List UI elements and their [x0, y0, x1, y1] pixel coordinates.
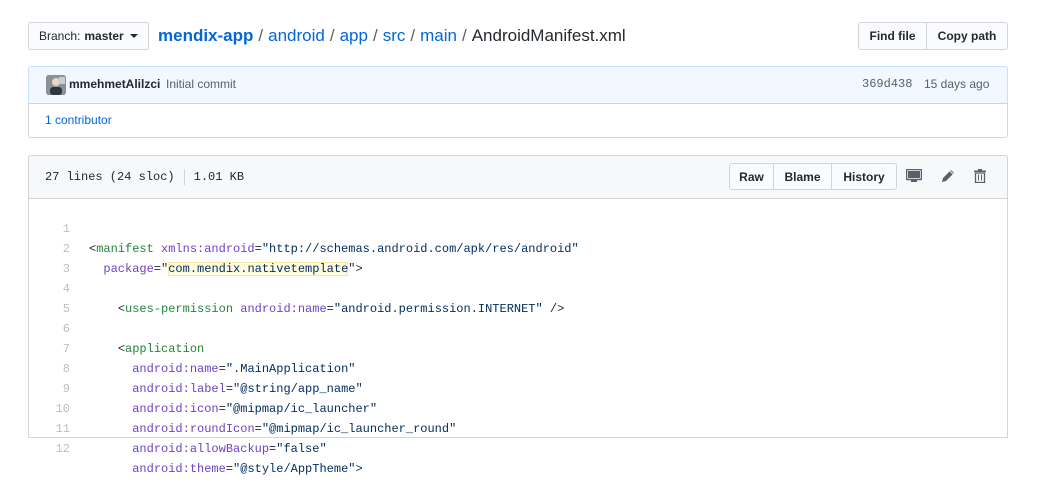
line-number[interactable]: 12	[28, 439, 70, 459]
contributors-bar	[28, 103, 1008, 138]
code-line: 6 <application	[28, 299, 1008, 356]
commit-author-link[interactable]: mmehmetAlilzci	[69, 77, 160, 91]
breadcrumb-separator: /	[329, 26, 335, 45]
breadcrumb-separator: /	[461, 26, 467, 45]
code-line: 4 <uses-permission android:name="android…	[28, 259, 1008, 316]
breadcrumb-dir-link[interactable]: main	[420, 26, 457, 45]
breadcrumb-repo-link[interactable]: mendix-app	[158, 26, 253, 45]
commit-time: 15 days ago	[924, 77, 990, 91]
code-line: 7 android:name=".MainApplication"	[28, 319, 1008, 376]
breadcrumb-separator: /	[410, 26, 416, 45]
commit-sha-link[interactable]: 369d438	[862, 77, 912, 91]
code-line: 5	[28, 279, 1008, 316]
code-line: 2 package="com.mendix.nativetemplate">	[28, 219, 1008, 276]
branch-prefix: Branch:	[39, 29, 81, 43]
code-line: 11 android:allowBackup="false"	[28, 399, 1008, 456]
breadcrumb: mendix-app / android / app / src / main / AndroidM…	[158, 25, 626, 47]
file-info-divider	[183, 169, 185, 185]
branch-selector-button[interactable]: Branch: master	[28, 22, 149, 50]
commit-message-link[interactable]: Initial commit	[166, 77, 236, 91]
code-line: 8 android:label="@string/app_name"	[28, 339, 1008, 396]
find-file-button[interactable]: Find file	[858, 22, 927, 50]
breadcrumb-separator: /	[372, 26, 378, 45]
breadcrumb-dir-link[interactable]: android	[268, 26, 325, 45]
breadcrumb-file-name: AndroidManifest.xml	[471, 26, 626, 45]
code-line: 10 android:roundIcon="@mipmap/ic_launche…	[28, 379, 1008, 436]
code-line: 3	[28, 239, 1008, 276]
file-lines-info: 27 lines (24 sloc)	[45, 170, 175, 185]
breadcrumb-dir-link[interactable]: src	[383, 26, 406, 45]
line-content: android:allowBackup="false"	[132, 442, 327, 456]
copy-path-button[interactable]: Copy path	[926, 22, 1008, 50]
author-avatar[interactable]	[46, 75, 66, 95]
trash-icon[interactable]	[970, 166, 990, 186]
branch-name: master	[84, 29, 124, 43]
desktop-icon[interactable]	[904, 166, 924, 186]
code-line: 12 android:theme="@style/AppTheme">	[28, 419, 1008, 476]
pencil-icon[interactable]	[938, 166, 958, 186]
breadcrumb-separator: /	[258, 26, 264, 45]
chevron-down-icon	[129, 34, 138, 38]
line-content: android:theme="@style/AppTheme">	[132, 462, 363, 476]
history-button[interactable]: History	[831, 163, 897, 190]
code-line: 9 android:icon="@mipmap/ic_launcher"	[28, 359, 1008, 416]
breadcrumb-dir-link[interactable]: app	[340, 26, 368, 45]
raw-button[interactable]: Raw	[729, 163, 774, 190]
blame-button[interactable]: Blame	[773, 163, 832, 190]
file-size: 1.01 KB	[193, 170, 245, 185]
contributors-link[interactable]: 1 contributor	[45, 113, 112, 127]
file-info: 27 lines (24 sloc) 1.01 KB	[45, 169, 244, 185]
code-line: 1 <manifest xmlns:android="http://schema…	[28, 199, 1008, 256]
